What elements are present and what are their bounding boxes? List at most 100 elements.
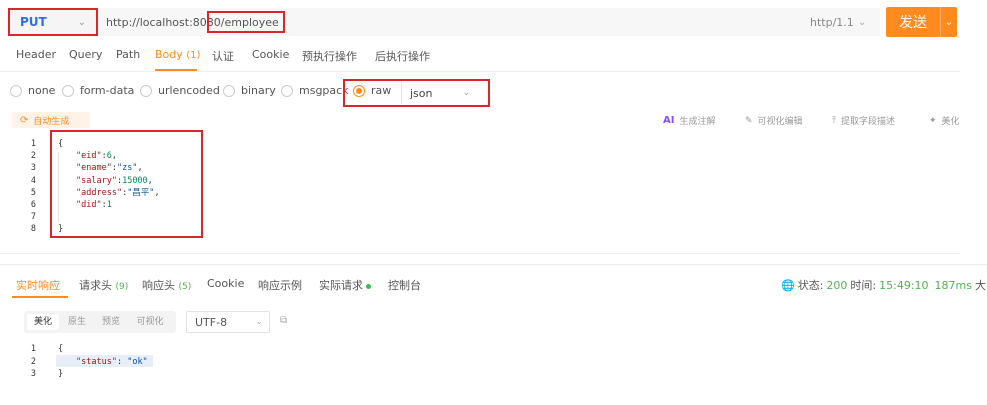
- line-number: 2: [30, 151, 36, 162]
- refresh-icon: ⟳: [20, 114, 29, 126]
- tab-count: (9): [115, 282, 129, 292]
- line-number: 3: [30, 369, 36, 379]
- chevron-down-icon: ⌄: [255, 317, 263, 327]
- request-tabs: Header Query Path Body (1) 认证 Cookie 预执行…: [0, 44, 960, 72]
- json-sep: :: [116, 356, 128, 367]
- radio-label: form-data: [80, 84, 135, 97]
- time-label: 时间:: [850, 279, 877, 292]
- auto-generate-button[interactable]: ⟳ 自动生成: [12, 112, 90, 128]
- view-mode-visual[interactable]: 可视化: [130, 314, 170, 330]
- tab-cookie[interactable]: Cookie: [207, 277, 244, 290]
- tab-header[interactable]: Header: [16, 48, 56, 61]
- duration-value: 187ms: [934, 278, 972, 292]
- code-line: "status": "ok": [76, 356, 148, 368]
- radio-label: urlencoded: [158, 84, 220, 97]
- tab-request-headers[interactable]: 请求头 (9): [79, 277, 128, 293]
- radio-none[interactable]: none: [10, 84, 55, 97]
- line-number: 6: [30, 200, 36, 210]
- line-number: 2: [30, 356, 36, 367]
- status-label: 状态:: [797, 279, 824, 292]
- radio-label: none: [28, 84, 56, 97]
- wand-icon: ✦: [929, 115, 937, 126]
- view-mode-raw[interactable]: 原生: [62, 314, 92, 330]
- ai-annotate-label: 生成注解: [679, 117, 716, 127]
- tab-query[interactable]: Query: [69, 48, 102, 61]
- tab-response-examples[interactable]: 响应示例: [258, 277, 302, 293]
- tab-count: (5): [178, 282, 192, 292]
- line-number: 8: [30, 224, 36, 235]
- radio-urlencoded[interactable]: urlencoded: [140, 84, 220, 97]
- radio-label: binary: [241, 84, 276, 97]
- status-code: 200: [826, 278, 848, 292]
- radio-msgpack[interactable]: msgpack: [281, 84, 349, 97]
- status-dot-icon: [366, 283, 371, 289]
- radio-form-data[interactable]: form-data: [62, 84, 134, 97]
- extract-desc-button[interactable]: ⤒ 提取字段描述: [832, 114, 895, 128]
- tab-auth[interactable]: 认证: [212, 48, 234, 64]
- active-tab-indicator: [155, 69, 197, 71]
- encoding-label: UTF-8: [195, 315, 228, 329]
- edit-icon: ✎: [745, 115, 753, 126]
- radio-dot: [281, 84, 293, 97]
- tab-actual-request[interactable]: 实际请求: [319, 277, 371, 293]
- upload-icon: ⤒: [832, 115, 836, 126]
- ai-icon: AI: [663, 115, 675, 126]
- visual-edit-button[interactable]: ✎ 可视化编辑: [745, 114, 803, 128]
- radio-label: msgpack: [299, 84, 349, 97]
- encoding-select[interactable]: UTF-8 ⌄: [186, 311, 270, 333]
- active-tab-indicator: [12, 296, 68, 298]
- http-version-select[interactable]: http/1.1: [810, 16, 854, 29]
- tab-pre-actions[interactable]: 预执行操作: [302, 48, 357, 64]
- response-status: 🌐 状态: 200 时间: 15:49:10 187ms 大: [781, 277, 986, 293]
- view-mode-preview[interactable]: 预览: [96, 314, 126, 330]
- extract-desc-label: 提取字段描述: [840, 117, 895, 127]
- beautify-label: 美化: [941, 117, 960, 127]
- code-line: {: [58, 344, 64, 354]
- tab-body-label: Body: [155, 48, 183, 61]
- send-button[interactable]: 发送 ⌄: [886, 7, 957, 37]
- tab-post-actions[interactable]: 后执行操作: [375, 48, 430, 64]
- beautify-button[interactable]: ✦ 美化: [929, 114, 960, 128]
- tab-live-response[interactable]: 实时响应: [16, 277, 60, 293]
- line-number: 5: [30, 187, 36, 198]
- method-select[interactable]: PUT ⌄: [8, 8, 98, 36]
- status-overflow: 大: [975, 279, 986, 292]
- tab-console[interactable]: 控制台: [388, 277, 421, 293]
- json-body-highlight: [50, 130, 203, 238]
- url-base: http://localhost:8080: [106, 15, 221, 29]
- line-number: 7: [30, 212, 36, 223]
- line-number: 4: [30, 175, 36, 186]
- raw-json-highlight: [343, 79, 490, 107]
- response-tabs: 实时响应 请求头 (9) 响应头 (5) Cookie 响应示例 实际请求 控制…: [0, 270, 987, 298]
- editor-toolbar: ⟳ 自动生成 AI 生成注解 ✎ 可视化编辑 ⤒ 提取字段描述 ✦ 美化: [0, 110, 960, 130]
- line-number: 3: [30, 163, 36, 174]
- tab-label: 请求头: [79, 279, 112, 292]
- code-line: }: [58, 369, 64, 379]
- radio-dot: [62, 84, 74, 97]
- radio-dot: [10, 84, 22, 97]
- radio-binary[interactable]: binary: [223, 84, 276, 97]
- tab-path[interactable]: Path: [116, 48, 140, 61]
- tab-body-count: (1): [186, 50, 201, 61]
- time-value: 15:49:10: [879, 278, 929, 292]
- visual-edit-label: 可视化编辑: [757, 117, 803, 127]
- radio-dot: [223, 84, 235, 97]
- send-dropdown-icon[interactable]: ⌄: [941, 17, 957, 28]
- json-key: "status": [76, 356, 117, 367]
- ai-annotate-button[interactable]: AI 生成注解: [663, 114, 715, 127]
- view-mode-switch: 美化 原生 预览 可视化: [24, 311, 176, 333]
- tab-label: 响应头: [142, 279, 175, 292]
- tab-body[interactable]: Body (1): [155, 48, 200, 61]
- method-label: PUT: [20, 15, 47, 29]
- line-number: 1: [30, 344, 36, 354]
- globe-icon: 🌐: [781, 278, 795, 292]
- auto-generate-label: 自动生成: [33, 116, 70, 127]
- tab-label: 实际请求: [319, 279, 363, 292]
- tab-cookie[interactable]: Cookie: [252, 48, 289, 61]
- copy-icon[interactable]: ⧉: [280, 315, 292, 327]
- section-divider: [0, 264, 987, 265]
- send-label: 发送: [899, 14, 927, 30]
- tab-response-headers[interactable]: 响应头 (5): [142, 277, 191, 293]
- view-mode-beautify[interactable]: 美化: [27, 314, 59, 330]
- radio-dot: [140, 84, 152, 97]
